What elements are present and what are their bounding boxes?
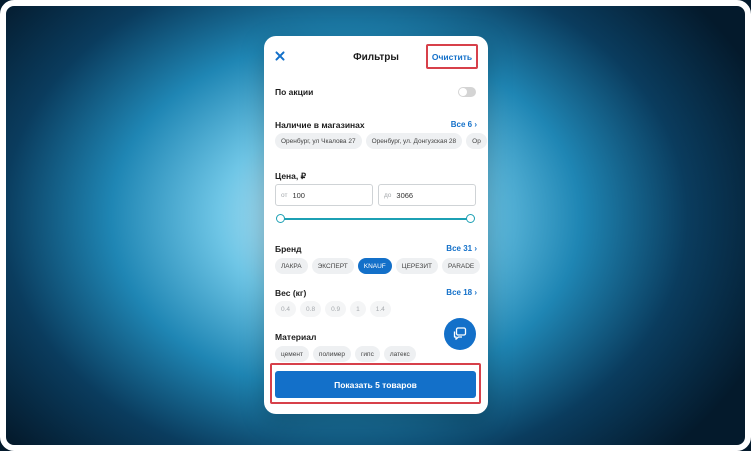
material-chip[interactable]: латекс: [383, 346, 416, 362]
material-label: Материал: [275, 332, 317, 342]
stores-see-all-label: Все 6: [450, 120, 473, 129]
chevron-right-icon: ›: [474, 244, 477, 253]
price-label: Цена, ₽: [275, 171, 307, 181]
material-chip[interactable]: цемент: [275, 346, 309, 362]
brand-label: Бренд: [275, 244, 302, 254]
brand-chip-list: ЛАКРА ЭКСПЕРТ KNAUF ЦЕРЕЗИТ PARADE: [275, 258, 481, 274]
price-from-prefix: от: [281, 191, 288, 199]
brand-see-all-label: Все 31: [446, 244, 473, 253]
price-from-input[interactable]: от 100: [275, 184, 373, 206]
chevron-right-icon: ›: [474, 288, 477, 297]
stores-see-all-link[interactable]: Все 6 ›: [451, 120, 477, 129]
material-chip[interactable]: гипс: [355, 346, 380, 362]
show-results-button[interactable]: Показать 5 товаров: [275, 371, 476, 398]
price-from-value: 100: [292, 190, 305, 200]
price-to-value: 3066: [396, 190, 414, 200]
brand-chip[interactable]: ЭКСПЕРТ: [311, 258, 354, 274]
store-chip[interactable]: Оренбург, ул. Донгузская 28: [365, 133, 463, 149]
weight-see-all-label: Все 18: [446, 288, 473, 297]
price-to-input[interactable]: до 3066: [378, 184, 476, 206]
price-slider-max-handle[interactable]: [466, 214, 475, 223]
brand-chip[interactable]: ЛАКРА: [275, 258, 308, 274]
promo-toggle[interactable]: [458, 87, 476, 97]
price-slider-track[interactable]: [281, 218, 471, 220]
weight-chip[interactable]: 0.8: [300, 301, 322, 317]
weight-chip-list: 0.4 0.8 0.9 1 1.4: [275, 301, 391, 317]
weight-label: Вес (кг): [275, 288, 307, 298]
weight-chip[interactable]: 1: [350, 301, 366, 317]
brand-chip-selected[interactable]: KNAUF: [357, 258, 392, 274]
brand-see-all-link[interactable]: Все 31 ›: [446, 244, 477, 253]
toggle-knob: [459, 88, 467, 96]
stores-chip-list: Оренбург, ул Чкалова 27 Оренбург, ул. До…: [275, 133, 487, 149]
chevron-right-icon: ›: [474, 120, 477, 129]
filters-header: Фильтры Очистить: [264, 36, 488, 80]
brand-chip[interactable]: ЦЕРЕЗИТ: [395, 258, 439, 274]
weight-chip[interactable]: 0.4: [275, 301, 297, 317]
store-chip[interactable]: Оренбург, ул Чкалова 27: [275, 133, 362, 149]
clear-button[interactable]: Очистить: [426, 44, 478, 69]
promo-label: По акции: [275, 87, 314, 97]
weight-chip[interactable]: 0.9: [325, 301, 347, 317]
chat-button[interactable]: [444, 318, 476, 350]
chat-icon: [453, 327, 467, 340]
filters-panel: Фильтры Очистить По акции Наличие в мага…: [264, 36, 488, 414]
store-chip[interactable]: Ор: [466, 133, 487, 149]
price-slider-min-handle[interactable]: [276, 214, 285, 223]
weight-chip[interactable]: 1.4: [369, 301, 391, 317]
price-to-prefix: до: [384, 191, 392, 199]
brand-chip[interactable]: PARADE: [442, 258, 481, 274]
weight-see-all-link[interactable]: Все 18 ›: [446, 288, 477, 297]
material-chip[interactable]: полимер: [312, 346, 352, 362]
material-chip-list: цемент полимер гипс латекс: [275, 346, 416, 362]
stores-label: Наличие в магазинах: [275, 120, 365, 130]
